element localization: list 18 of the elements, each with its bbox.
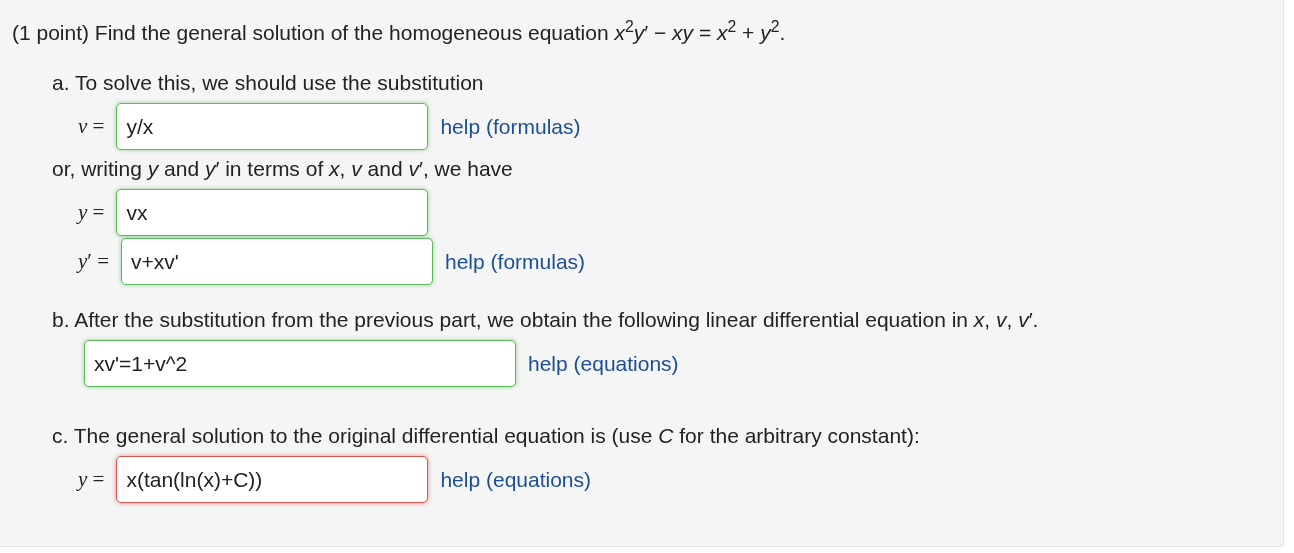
help-link[interactable]: help (formulas): [440, 110, 581, 143]
question-text: b. After the substitution from the previous part, we obtain the following linear differential equation in x, v, v′.: [52, 307, 1040, 333]
question-text: a. To solve this, we should use the substitution: [52, 70, 485, 96]
help-link[interactable]: help (equations): [440, 463, 592, 496]
answer-field[interactable]: vx: [116, 189, 429, 236]
answer-field[interactable]: v+xv': [121, 238, 433, 285]
equation-label: y =: [78, 198, 105, 226]
answer-field[interactable]: x(tan(ln(x)+C)): [116, 456, 429, 503]
help-link[interactable]: help (formulas): [445, 245, 586, 278]
equation-label: v =: [78, 112, 105, 140]
question-text: or, writing y and y′ in terms of x, v and v′, we have: [52, 156, 514, 182]
help-link[interactable]: help (equations): [528, 347, 679, 380]
equation-label: y =: [78, 465, 105, 493]
answer-field[interactable]: xv'=1+v^2: [84, 340, 516, 387]
answer-field[interactable]: y/x: [116, 103, 429, 150]
question-text: c. The general solution to the original differential equation is (use C for the arbitrary constant):: [52, 423, 921, 449]
problem-statement: (1 point) Find the general solution of the homogeneous equation x$^{2}$y′ − xy = x$^{2}$ + y$^{2}$.: [12, 20, 787, 46]
equation-label: y′ =: [78, 247, 109, 275]
